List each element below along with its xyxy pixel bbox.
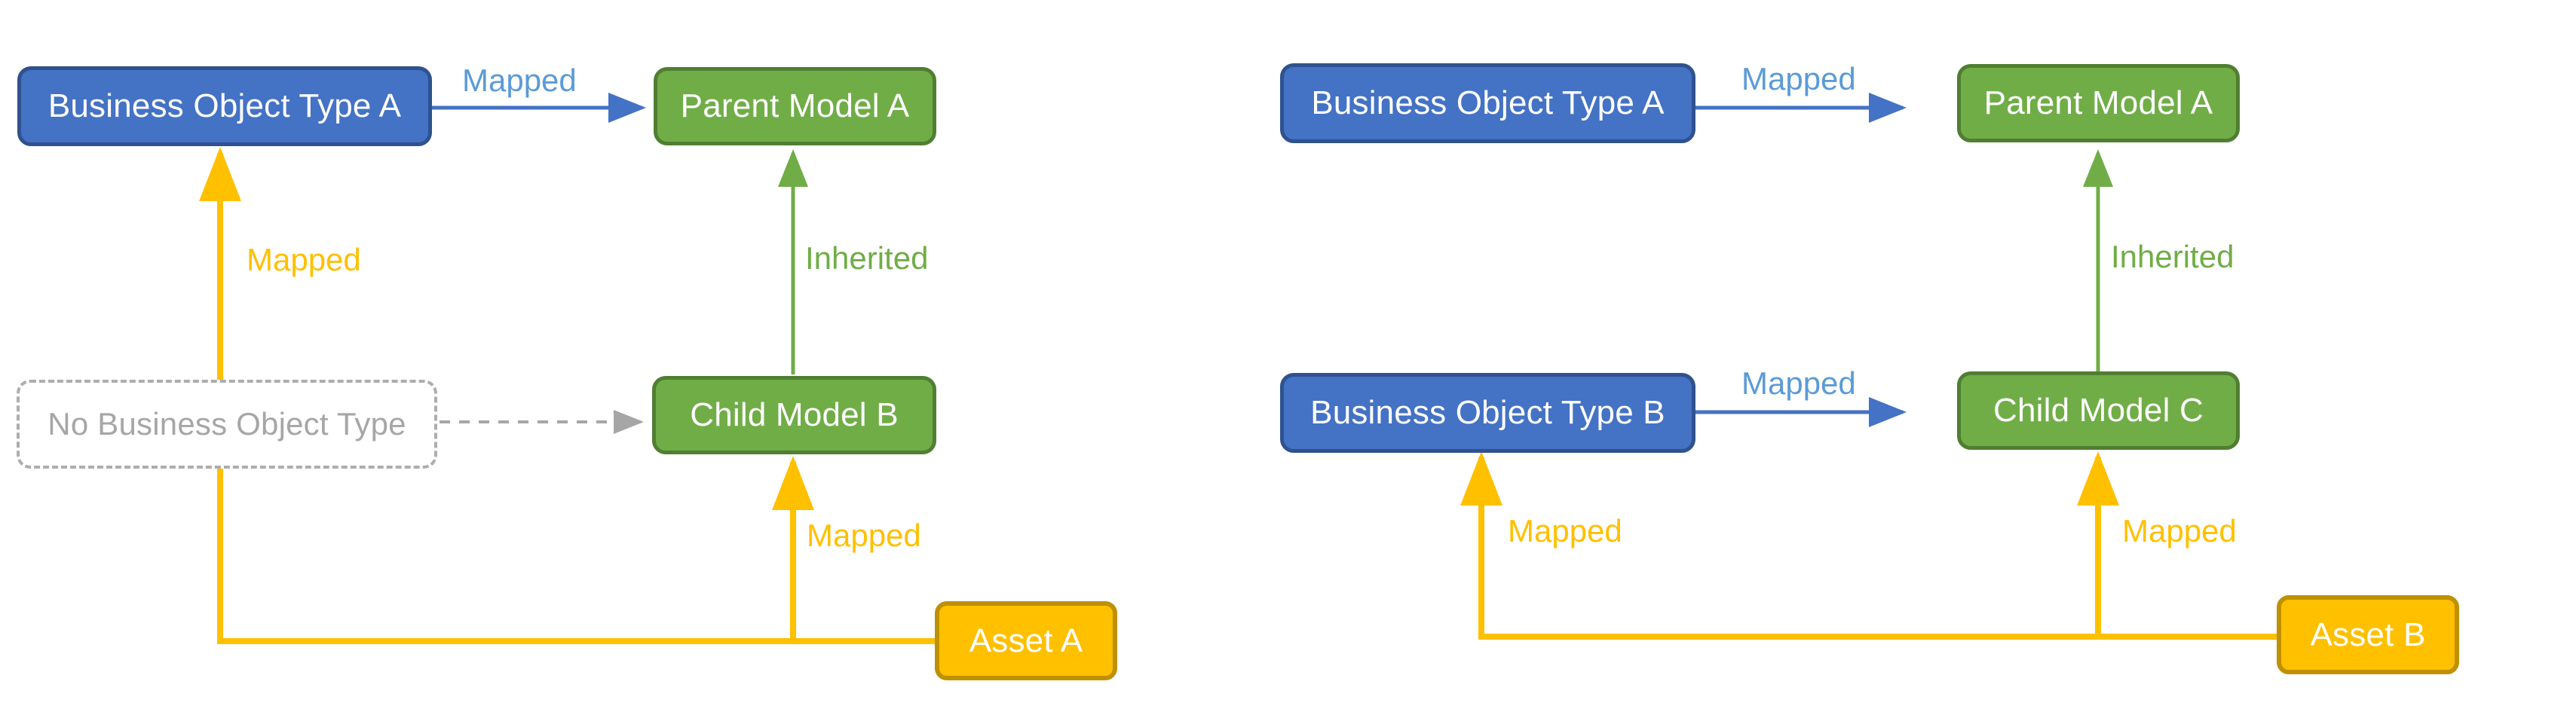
node-parent-model-a-right[interactable]: Parent Model A xyxy=(1957,64,2240,142)
node-label: Asset B xyxy=(2310,616,2426,653)
node-label: Parent Model A xyxy=(680,87,910,124)
node-business-object-type-a-left[interactable]: Business Object Type A xyxy=(17,66,432,146)
node-label: Asset A xyxy=(969,622,1083,659)
edge-label-right-mapped-botb-to-child: Mapped xyxy=(1741,365,1856,401)
edge-label-right-inherited: Inherited xyxy=(2111,239,2234,274)
edge-label-right-mapped-asset-to-child: Mapped xyxy=(2122,513,2237,548)
node-parent-model-a-left[interactable]: Parent Model A xyxy=(654,67,936,145)
edge-label-left-mapped-asset-to-bot: Mapped xyxy=(247,242,361,277)
node-business-object-type-b[interactable]: Business Object Type B xyxy=(1280,373,1695,453)
edge-label-right-mapped-top: Mapped xyxy=(1741,61,1856,96)
node-label: Business Object Type B xyxy=(1310,394,1665,431)
node-child-model-b[interactable]: Child Model B xyxy=(652,376,936,454)
node-no-business-object-type[interactable]: No Business Object Type xyxy=(17,380,437,469)
node-asset-a[interactable]: Asset A xyxy=(935,601,1117,680)
node-label: Business Object Type A xyxy=(47,87,402,124)
diagram-canvas: Business Object Type A Parent Model A No… xyxy=(0,0,2576,718)
node-label: Child Model B xyxy=(690,396,899,433)
edge-label-left-mapped-top: Mapped xyxy=(462,63,577,98)
node-business-object-type-a-right[interactable]: Business Object Type A xyxy=(1280,63,1695,143)
node-child-model-c[interactable]: Child Model C xyxy=(1957,371,2240,450)
node-asset-b[interactable]: Asset B xyxy=(2277,595,2459,674)
edge-label-left-inherited: Inherited xyxy=(805,240,929,276)
node-label: Child Model C xyxy=(1993,392,2204,429)
node-label: Business Object Type A xyxy=(1311,84,1665,121)
edge-label-left-mapped-asset-to-child: Mapped xyxy=(807,518,921,553)
edge-label-right-mapped-asset-to-botb: Mapped xyxy=(1508,513,1622,548)
node-label: No Business Object Type xyxy=(47,406,406,441)
node-label: Parent Model A xyxy=(1983,84,2213,121)
